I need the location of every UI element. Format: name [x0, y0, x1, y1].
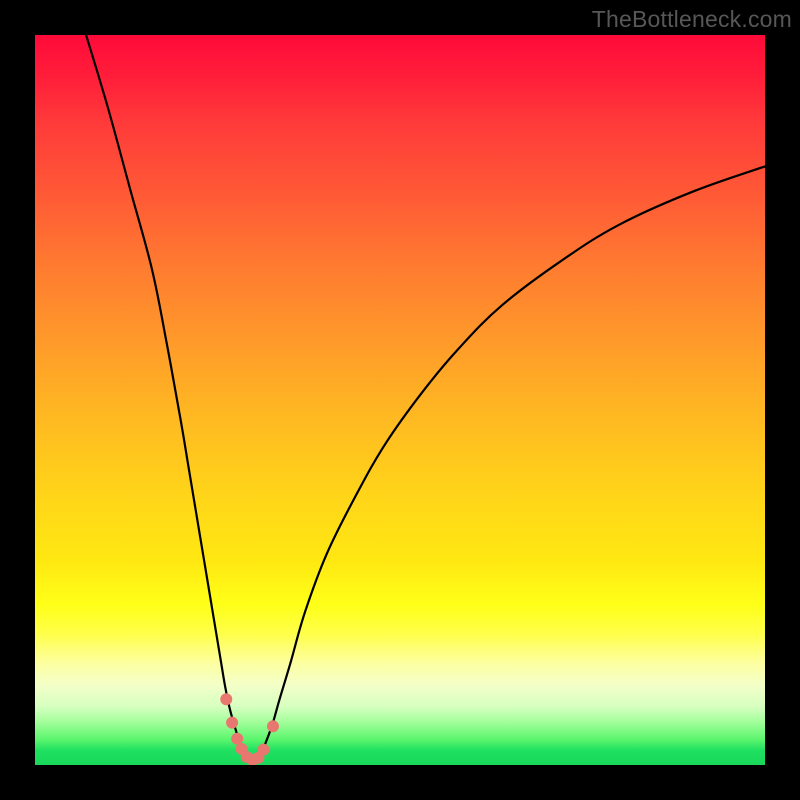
watermark-label: TheBottleneck.com	[592, 6, 792, 33]
bottleneck-curve	[86, 35, 765, 761]
bottleneck-marker	[257, 744, 269, 756]
bottleneck-marker	[220, 693, 232, 705]
bottleneck-curve-svg	[35, 35, 765, 765]
bottleneck-marker	[226, 717, 238, 729]
bottleneck-marker	[267, 720, 279, 732]
bottleneck-marker-group	[220, 693, 279, 765]
plot-area	[35, 35, 765, 765]
chart-frame: TheBottleneck.com	[0, 0, 800, 800]
bottleneck-marker	[231, 733, 243, 745]
